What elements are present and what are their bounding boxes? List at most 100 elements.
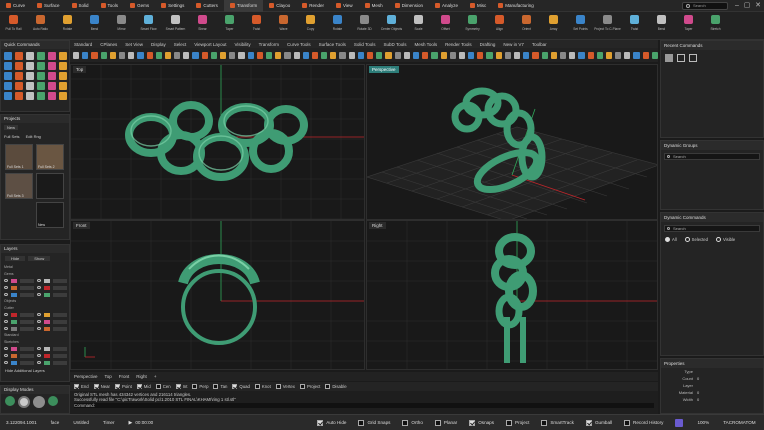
eye-icon[interactable] bbox=[4, 313, 8, 317]
toolbar-icon[interactable] bbox=[201, 51, 208, 59]
new-project-button[interactable]: New bbox=[4, 125, 19, 130]
quick-command-icon[interactable] bbox=[48, 92, 56, 100]
toolbar-tab-standard[interactable]: Standard bbox=[70, 42, 96, 47]
toolbar-icon[interactable] bbox=[256, 51, 263, 59]
tool-button[interactable]: Taper bbox=[216, 12, 243, 40]
tool-button[interactable]: Center Objects bbox=[378, 12, 405, 40]
layer-color-swatch[interactable] bbox=[44, 326, 50, 331]
toggle-gumball[interactable]: Gumball bbox=[585, 419, 612, 426]
toolbar-icon[interactable] bbox=[596, 51, 603, 59]
command-line[interactable]: Command: bbox=[74, 403, 654, 408]
display-mode-button[interactable] bbox=[33, 396, 45, 408]
layer-row[interactable] bbox=[1, 291, 69, 298]
toolbar-icon[interactable] bbox=[293, 51, 300, 59]
toolbar-icon[interactable] bbox=[91, 51, 98, 59]
osnap-end[interactable]: End bbox=[74, 384, 89, 389]
quick-command-icon[interactable] bbox=[15, 52, 23, 60]
top-viewport[interactable]: Top bbox=[70, 64, 365, 220]
tool-button[interactable]: Smart Flow bbox=[135, 12, 162, 40]
checkbox[interactable] bbox=[434, 419, 441, 426]
toolbar-icon[interactable] bbox=[422, 51, 429, 59]
add-viewport-icon[interactable]: + bbox=[154, 374, 157, 379]
tool-button[interactable]: Smart Pattern bbox=[162, 12, 189, 40]
toolbar-icon[interactable] bbox=[210, 51, 217, 59]
toolbar-tab-visibility[interactable]: Visibility bbox=[230, 42, 254, 47]
toolbar-icon[interactable] bbox=[265, 51, 273, 59]
toolbar-icon[interactable] bbox=[109, 51, 116, 59]
status-layer[interactable]: Untitled bbox=[73, 420, 89, 425]
layer-color-swatch[interactable] bbox=[44, 292, 50, 297]
toolbar-icon[interactable] bbox=[624, 51, 631, 59]
tool-button[interactable]: Rotate bbox=[54, 12, 81, 40]
property-value[interactable]: 0 bbox=[697, 389, 699, 396]
quick-command-icon[interactable] bbox=[26, 52, 34, 60]
osnap-int[interactable]: Int bbox=[175, 384, 187, 389]
eye-icon[interactable] bbox=[4, 327, 8, 331]
layer-color-swatch[interactable] bbox=[44, 312, 50, 317]
layer-color-swatch[interactable] bbox=[44, 353, 50, 358]
toolbar-icon[interactable] bbox=[394, 51, 401, 59]
ribbon-tab-analyze[interactable]: Analyze bbox=[429, 0, 464, 12]
toolbar-icon[interactable] bbox=[477, 51, 484, 59]
toolbar-tab-curve-tools[interactable]: Curve Tools bbox=[283, 42, 315, 47]
status-timer[interactable]: ▶ 00:00:00 bbox=[129, 420, 154, 426]
toolbar-icon[interactable] bbox=[486, 51, 493, 59]
toolbar-icon[interactable] bbox=[311, 51, 319, 59]
layer-row[interactable] bbox=[1, 359, 69, 366]
toolbar-icon[interactable] bbox=[532, 51, 539, 59]
quick-command-icon[interactable] bbox=[15, 62, 23, 70]
tool-button[interactable]: Bend bbox=[648, 12, 675, 40]
toolbar-tab-cplanes[interactable]: CPlanes bbox=[96, 42, 121, 47]
toolbar-icon[interactable] bbox=[412, 51, 420, 59]
toggle-planar[interactable]: Planar bbox=[434, 419, 457, 426]
toolbar-icon[interactable] bbox=[220, 51, 227, 59]
ribbon-tab-curve[interactable]: Curve bbox=[0, 0, 31, 12]
eye-icon[interactable] bbox=[37, 347, 41, 351]
toolbar-icon[interactable] bbox=[82, 51, 89, 59]
display-mode-button[interactable] bbox=[48, 396, 58, 406]
project-thumb[interactable]: Full Sets 1 bbox=[5, 144, 33, 170]
toolbar-tab-viewport-layout[interactable]: Viewport Layout bbox=[190, 42, 230, 47]
toolbar-icon[interactable] bbox=[449, 51, 456, 59]
viewport-tab-top[interactable]: Top bbox=[105, 374, 112, 379]
checkbox[interactable] bbox=[254, 384, 260, 389]
toolbar-tab-drafting[interactable]: Drafting bbox=[476, 42, 500, 47]
toggle-record-history[interactable]: Record History bbox=[624, 419, 663, 426]
toolbar-icon[interactable] bbox=[458, 51, 466, 59]
toolbar-icon[interactable] bbox=[642, 51, 649, 59]
layer-color-swatch[interactable] bbox=[44, 360, 50, 365]
tool-button[interactable]: Rotate 3D bbox=[351, 12, 378, 40]
toolbar-icon[interactable] bbox=[174, 51, 181, 59]
quick-command-icon[interactable] bbox=[37, 62, 45, 70]
toolbar-icon[interactable] bbox=[605, 51, 613, 59]
toolbar-icon[interactable] bbox=[302, 51, 309, 59]
quick-command-icon[interactable] bbox=[37, 52, 45, 60]
layer-group-header[interactable]: Metal bbox=[1, 264, 69, 271]
quick-command-icon[interactable] bbox=[48, 82, 56, 90]
checkbox[interactable] bbox=[175, 384, 181, 389]
viewport-tab-right[interactable]: Right bbox=[136, 374, 147, 379]
viewport-label-front[interactable]: Front bbox=[73, 222, 90, 229]
quick-command-icon[interactable] bbox=[37, 72, 45, 80]
toolbar-tab-display[interactable]: Display bbox=[147, 42, 170, 47]
tool-button[interactable]: Align bbox=[486, 12, 513, 40]
perspective-viewport[interactable]: Perspective bbox=[366, 64, 658, 220]
ribbon-tab-clayoo[interactable]: Clayoo bbox=[263, 0, 296, 12]
quick-command-icon[interactable] bbox=[59, 82, 67, 90]
tool-button[interactable]: Offset bbox=[432, 12, 459, 40]
status-display-icon[interactable] bbox=[675, 418, 684, 427]
ribbon-tab-surface[interactable]: Surface bbox=[31, 0, 66, 12]
quick-command-icon[interactable] bbox=[26, 92, 34, 100]
layer-row[interactable] bbox=[1, 352, 69, 359]
checkbox[interactable] bbox=[275, 384, 281, 389]
ribbon-tab-tools[interactable]: Tools bbox=[95, 0, 125, 12]
osnap-perp[interactable]: Perp bbox=[192, 384, 208, 389]
toggle-ortho[interactable]: Ortho bbox=[402, 419, 423, 426]
ribbon-tab-solid[interactable]: Solid bbox=[66, 0, 95, 12]
tool-button[interactable]: Taper bbox=[675, 12, 702, 40]
toolbar-icon[interactable] bbox=[137, 51, 144, 59]
status-timer-label[interactable]: Timer bbox=[103, 420, 115, 425]
quick-command-icon[interactable] bbox=[37, 92, 45, 100]
quick-command-icon[interactable] bbox=[4, 92, 12, 100]
full-sets-tab[interactable]: Full Sets bbox=[4, 134, 20, 139]
